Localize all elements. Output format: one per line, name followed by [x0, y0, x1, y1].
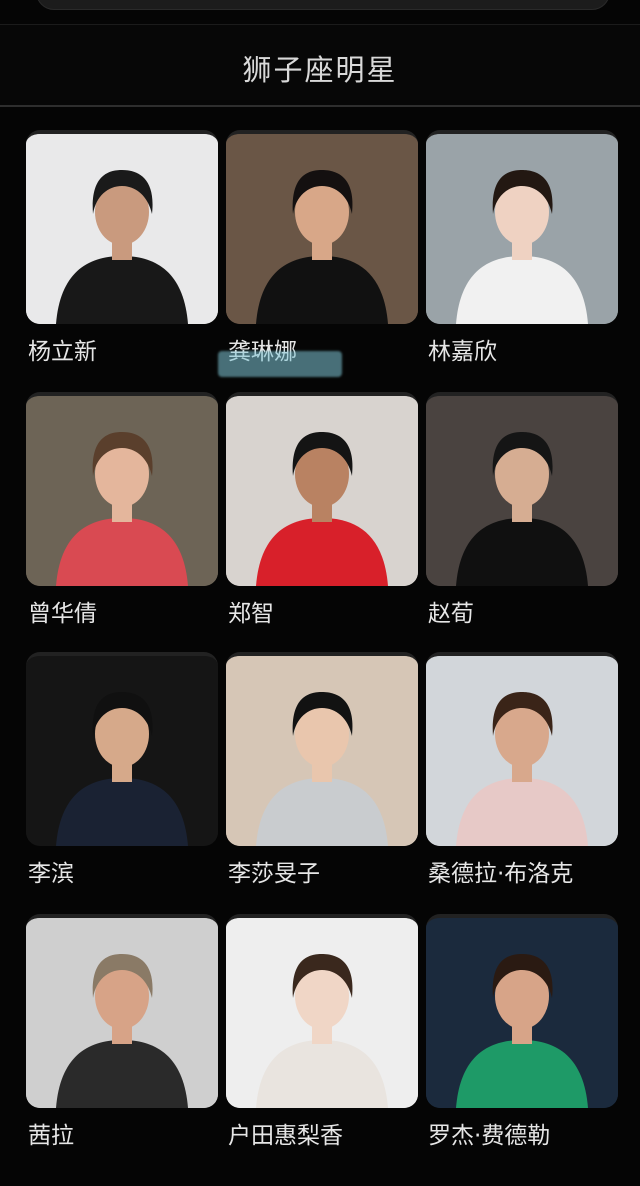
celebrity-photo[interactable] [226, 392, 418, 586]
celebrity-photo[interactable] [426, 392, 618, 586]
celebrity-name: 曾华倩 [28, 601, 97, 627]
celebrity-name: 李滨 [28, 861, 74, 887]
portrait-figure [26, 134, 218, 324]
celebrity-photo[interactable] [26, 130, 218, 324]
celebrity-name: 林嘉欣 [428, 339, 497, 365]
portrait-figure [426, 656, 618, 846]
celebrity-name: 户田惠梨香 [228, 1123, 343, 1149]
celebrity-photo[interactable] [426, 130, 618, 324]
celebrity-photo[interactable] [26, 652, 218, 846]
page-title: 狮子座明星 [242, 53, 398, 87]
celebrity-photo[interactable] [26, 914, 218, 1108]
celebrity-name: 郑智 [228, 601, 274, 627]
celebrity-photo[interactable] [426, 914, 618, 1108]
celebrity-name: 罗杰·费德勒 [428, 1123, 551, 1149]
portrait-figure [226, 396, 418, 586]
portrait-figure [426, 396, 618, 586]
celebrity-name: 茜拉 [28, 1123, 74, 1149]
celebrity-photo[interactable] [426, 652, 618, 846]
celebrity-photo[interactable] [26, 392, 218, 586]
portrait-figure [426, 134, 618, 324]
portrait-figure [26, 656, 218, 846]
celebrity-photo[interactable] [226, 914, 418, 1108]
page-header: 狮子座明星 [0, 24, 640, 107]
celebrity-photo[interactable] [226, 130, 418, 324]
celebrity-photo[interactable] [226, 652, 418, 846]
portrait-figure [426, 918, 618, 1108]
celebrity-name: 杨立新 [28, 339, 97, 365]
portrait-figure [226, 134, 418, 324]
selection-highlight [218, 351, 342, 377]
portrait-figure [26, 918, 218, 1108]
celebrity-name: 桑德拉·布洛克 [428, 861, 574, 887]
celebrity-name: 赵荀 [428, 601, 474, 627]
celebrity-name: 李莎旻子 [228, 861, 320, 887]
portrait-figure [226, 656, 418, 846]
portrait-figure [26, 396, 218, 586]
portrait-figure [226, 918, 418, 1108]
search-bar[interactable] [36, 0, 610, 10]
